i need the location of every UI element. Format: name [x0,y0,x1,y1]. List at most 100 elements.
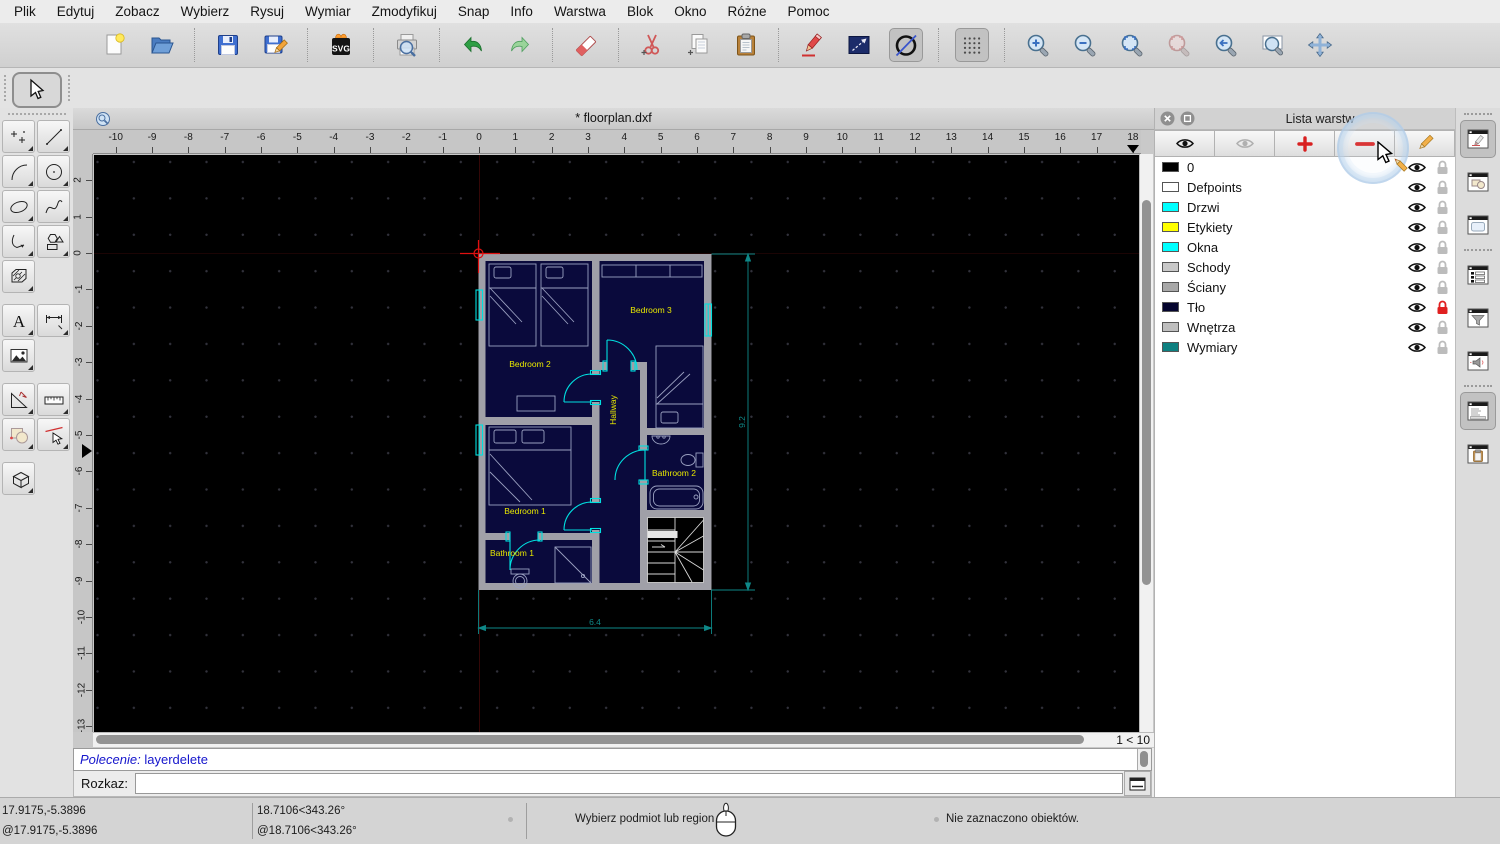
layer-lock-icon[interactable] [1436,239,1449,255]
circle-tool-button[interactable] [889,28,923,62]
command-input[interactable] [134,773,1123,794]
dock-command-toggle-button[interactable] [1460,392,1496,430]
dock-library-toggle-button[interactable] [1460,206,1496,244]
menu-plik[interactable]: Plik [14,4,36,19]
zoom-pan-button[interactable] [1303,28,1337,62]
layer-visibility-eye-icon[interactable] [1407,300,1427,315]
layer-visibility-eye-icon[interactable] [1407,320,1427,335]
layer-lock-icon[interactable] [1436,339,1449,355]
boolean-tool-button[interactable] [2,418,35,451]
menu-warstwa[interactable]: Warstwa [554,4,606,19]
copy-button[interactable] [682,28,716,62]
layer-row[interactable]: Drzwi [1155,197,1455,217]
menu-pomoc[interactable]: Pomoc [788,4,830,19]
line2-tool-button[interactable] [37,120,70,153]
drawing-canvas[interactable]: Bedroom 2 Bedroom 3 Bedroom 1 Bathroom 1… [94,155,1139,733]
layer-lock-icon[interactable] [1436,199,1449,215]
horizontal-scrollbar-thumb[interactable] [96,735,1084,744]
menu-rysuj[interactable]: Rysuj [250,4,284,19]
command-history-scrollbar[interactable] [1137,749,1151,770]
layer-visibility-eye-icon[interactable] [1407,180,1427,195]
ruler-tool-button[interactable] [37,383,70,416]
polygon-tool-button[interactable] [37,225,70,258]
close-panel-button[interactable] [1160,111,1175,126]
selection-arrow-button[interactable] [12,72,62,108]
layer-row[interactable]: Schody [1155,257,1455,277]
menu-zmodyfikuj[interactable]: Zmodyfikuj [372,4,437,19]
dimension-tool-button[interactable] [37,304,70,337]
text-tool-button[interactable]: A [2,304,35,337]
show-all-layers-button[interactable] [1154,130,1215,157]
keycode-mode-button[interactable] [1124,771,1151,796]
menu-zobacz[interactable]: Zobacz [115,4,159,19]
open-file-button[interactable] [145,28,179,62]
layer-visibility-eye-icon[interactable] [1407,280,1427,295]
dock-filter-toggle-button[interactable] [1460,299,1496,337]
points-tool-button[interactable] [2,120,35,153]
menu-wybierz[interactable]: Wybierz [181,4,230,19]
menu-snap[interactable]: Snap [458,4,490,19]
spline-tool-button[interactable] [37,190,70,223]
float-panel-button[interactable] [1180,111,1195,126]
menu-okno[interactable]: Okno [674,4,706,19]
layer-visibility-eye-icon[interactable] [1407,160,1427,175]
dock-layers-toggle-button[interactable] [1460,256,1496,294]
image-tool-button[interactable] [2,339,35,372]
dock-clipboard-toggle-button[interactable] [1460,435,1496,473]
layer-row[interactable]: Okna [1155,237,1455,257]
dock-blocks-toggle-button[interactable] [1460,163,1496,201]
edit-layer-button[interactable] [1394,130,1455,157]
menu-blok[interactable]: Blok [627,4,653,19]
grid-toggle-button[interactable] [955,28,989,62]
new-file-button[interactable] [98,28,132,62]
vertical-scrollbar-thumb[interactable] [1142,200,1151,585]
redo-button[interactable] [503,28,537,62]
zoom-select-button[interactable] [1162,28,1196,62]
vertical-scrollbar[interactable] [1139,154,1153,732]
modify-tool-button[interactable] [37,418,70,451]
dock-expander-arrow[interactable] [82,444,92,458]
print-preview-button[interactable] [390,28,424,62]
horizontal-scrollbar[interactable] [93,733,1093,747]
zoom-auto-button[interactable] [1115,28,1149,62]
zoom-in-button[interactable] [1021,28,1055,62]
layer-lock-icon-locked[interactable] [1436,299,1449,315]
layer-visibility-eye-icon[interactable] [1407,240,1427,255]
circle2-tool-button[interactable] [37,155,70,188]
dock-speaker-toggle-button[interactable] [1460,342,1496,380]
layer-lock-icon[interactable] [1436,279,1449,295]
layer-lock-icon[interactable] [1436,259,1449,275]
layer-row[interactable]: Wymiary [1155,337,1455,357]
save-as-button[interactable] [258,28,292,62]
layer-lock-icon[interactable] [1436,319,1449,335]
hatch-tool-button[interactable] [2,260,35,293]
box3d-tool-button[interactable] [2,462,35,495]
layer-lock-icon[interactable] [1436,159,1449,175]
zoom-prev-button[interactable] [1209,28,1243,62]
layer-row[interactable]: Ściany [1155,277,1455,297]
layer-visibility-eye-icon[interactable] [1407,200,1427,215]
undo-button[interactable] [456,28,490,62]
layer-row[interactable]: Defpoints [1155,177,1455,197]
line-tool-button[interactable] [842,28,876,62]
svg-export-button[interactable]: SVG [324,28,358,62]
zoom-window-button[interactable] [1256,28,1290,62]
layer-row[interactable]: Etykiety [1155,217,1455,237]
layer-row[interactable]: Tło [1155,297,1455,317]
arc-tool-button[interactable] [2,155,35,188]
erase-button[interactable] [569,28,603,62]
ellipse-tool-button[interactable] [2,190,35,223]
layer-visibility-eye-icon[interactable] [1407,260,1427,275]
layer-visibility-eye-icon[interactable] [1407,340,1427,355]
zoom-out-button[interactable] [1068,28,1102,62]
cut-button[interactable] [635,28,669,62]
menu-r-ne[interactable]: Różne [728,4,767,19]
measure-tool-button[interactable] [2,383,35,416]
draw-pencil-button[interactable] [795,28,829,62]
add-layer-button[interactable] [1274,130,1335,157]
layer-visibility-eye-icon[interactable] [1407,220,1427,235]
menu-wymiar[interactable]: Wymiar [305,4,351,19]
layer-lock-icon[interactable] [1436,179,1449,195]
layer-row[interactable]: Wnętrza [1155,317,1455,337]
menu-edytuj[interactable]: Edytuj [57,4,95,19]
